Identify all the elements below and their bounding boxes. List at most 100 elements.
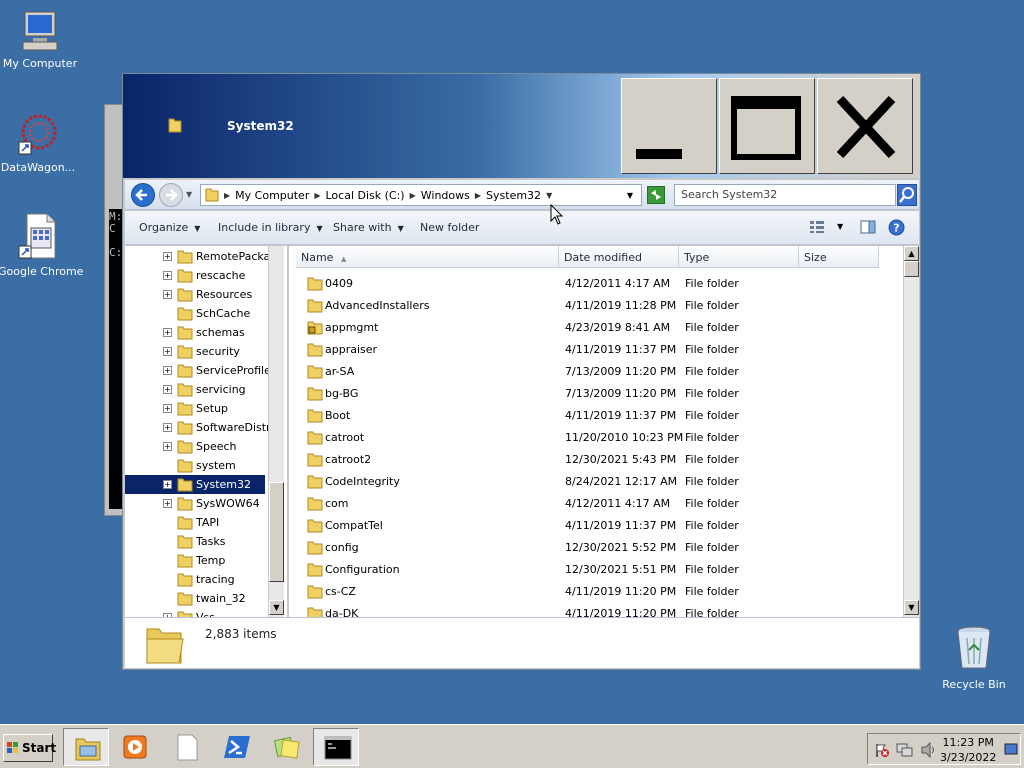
chevron-right-icon[interactable]: ▶ — [224, 191, 230, 200]
desktop-icon-google-chrome[interactable]: Google Chrome — [0, 212, 83, 278]
show-desktop-icon[interactable] — [1004, 743, 1018, 755]
file-row[interactable]: Configuration 12/30/2021 5:51 PM File fold… — [289, 559, 901, 581]
view-dropdown-icon[interactable]: ▼ — [837, 222, 843, 231]
chevron-right-icon[interactable]: ▶ — [314, 191, 320, 200]
tree-item-temp[interactable]: Temp — [125, 551, 265, 570]
tree-item-schemas[interactable]: + schemas — [125, 323, 265, 342]
share-with-button[interactable]: Share with ▼ — [333, 221, 404, 234]
file-row[interactable]: config 12/30/2021 5:52 PM File folder — [289, 537, 901, 559]
tree-item-resources[interactable]: + Resources — [125, 285, 265, 304]
tree-item-tasks[interactable]: Tasks — [125, 532, 265, 551]
expand-icon[interactable]: + — [163, 499, 172, 508]
tree-item-softwaredistrib[interactable]: + SoftwareDistrib — [125, 418, 268, 437]
column-header-type[interactable]: Type — [679, 246, 799, 268]
breadcrumb-item-local-disk[interactable]: Local Disk (C:) — [326, 189, 405, 202]
file-list[interactable]: Name ▲ Date modified Type Size 0409 4/12/… — [289, 246, 919, 617]
file-row[interactable]: appraiser 4/11/2019 11:37 PM File folder — [289, 339, 901, 361]
tree-item-syswow64[interactable]: + SysWOW64 — [125, 494, 265, 513]
expand-icon[interactable]: + — [163, 442, 172, 451]
navigation-pane[interactable]: + RemotePackag + rescache + Resources SchCache… — [125, 246, 287, 617]
volume-icon[interactable] — [920, 742, 938, 758]
network-icon[interactable] — [896, 742, 914, 758]
scroll-down-button[interactable]: ▼ — [904, 600, 919, 615]
recent-pages-chevron-icon[interactable]: ▼ — [186, 190, 192, 199]
chevron-down-icon[interactable]: ▼ — [546, 191, 552, 200]
expand-icon[interactable]: + — [163, 347, 172, 356]
tree-item-setup[interactable]: + Setup — [125, 399, 265, 418]
scroll-down-button[interactable]: ▼ — [269, 600, 284, 615]
column-header-name[interactable]: Name ▲ — [296, 246, 559, 268]
file-row[interactable]: 0409 4/12/2011 4:17 AM File folder — [289, 273, 901, 295]
expand-icon[interactable]: + — [163, 328, 172, 337]
tree-item-remotepackag[interactable]: + RemotePackag — [125, 247, 268, 266]
file-row[interactable]: bg-BG 7/13/2009 11:20 PM File folder — [289, 383, 901, 405]
maximize-button[interactable] — [719, 78, 815, 174]
tree-item-speech[interactable]: + Speech — [125, 437, 265, 456]
column-header-date-modified[interactable]: Date modified — [559, 246, 679, 268]
file-row[interactable]: catroot2 12/30/2021 5:43 PM File folder — [289, 449, 901, 471]
file-row[interactable]: cs-CZ 4/11/2019 11:20 PM File folder — [289, 581, 901, 603]
search-input[interactable]: Search System32 — [674, 184, 896, 206]
expand-icon[interactable]: + — [163, 290, 172, 299]
tree-item-system[interactable]: system — [125, 456, 265, 475]
taskbar-powershell-button[interactable] — [213, 728, 259, 766]
tree-item-vss[interactable]: +Vss — [125, 608, 265, 617]
file-row[interactable]: CompatTel 4/11/2019 11:37 PM File folder — [289, 515, 901, 537]
desktop-icon-recycle-bin[interactable]: Recycle Bin — [938, 624, 1010, 691]
address-dropdown-icon[interactable]: ▼ — [627, 191, 633, 200]
desktop-icon-datawagon[interactable]: DataWagon... — [0, 112, 78, 174]
expand-icon[interactable]: + — [163, 252, 172, 261]
expand-icon[interactable]: + — [163, 480, 172, 489]
breadcrumb-item-my-computer[interactable]: My Computer — [235, 189, 309, 202]
preview-pane-icon[interactable] — [860, 220, 876, 234]
file-row[interactable]: AdvancedInstallers 4/11/2019 11:28 PM File… — [289, 295, 901, 317]
tree-item-rescache[interactable]: + rescache — [125, 266, 265, 285]
tree-item-tracing[interactable]: tracing — [125, 570, 265, 589]
title-bar[interactable]: System32 — [123, 74, 920, 178]
scrollbar-thumb[interactable] — [269, 482, 284, 582]
expand-icon[interactable]: + — [163, 271, 172, 280]
expand-icon[interactable]: + — [163, 385, 172, 394]
file-row[interactable]: CodeIntegrity 8/24/2021 12:17 AM File fold… — [289, 471, 901, 493]
breadcrumb-item-system32[interactable]: System32 — [486, 189, 541, 202]
scroll-up-button[interactable]: ▲ — [904, 246, 919, 261]
taskbar-explorer-button[interactable] — [63, 728, 109, 766]
file-list-scrollbar[interactable]: ▲ ▼ — [903, 246, 919, 617]
taskbar-media-player-button[interactable] — [111, 728, 157, 766]
organize-button[interactable]: Organize ▼ — [139, 221, 200, 234]
minimize-button[interactable] — [621, 78, 717, 174]
search-button[interactable] — [897, 184, 917, 206]
file-row[interactable]: da-DK 4/11/2019 11:20 PM File folder — [289, 603, 901, 617]
file-row[interactable]: Boot 4/11/2019 11:37 PM File folder — [289, 405, 901, 427]
tree-item-security[interactable]: + security — [125, 342, 265, 361]
close-button[interactable] — [817, 78, 913, 174]
taskbar-sticky-notes-button[interactable] — [263, 728, 309, 766]
desktop-icon-my-computer[interactable]: My Computer — [0, 10, 80, 70]
breadcrumb-item-windows[interactable]: Windows — [421, 189, 470, 202]
file-row[interactable]: ar-SA 7/13/2009 11:20 PM File folder — [289, 361, 901, 383]
include-in-library-button[interactable]: Include in library ▼ — [218, 221, 323, 234]
view-options-icon[interactable] — [809, 220, 825, 234]
new-folder-button[interactable]: New folder — [420, 221, 479, 234]
action-center-flag-icon[interactable] — [874, 742, 890, 758]
chevron-right-icon[interactable]: ▶ — [410, 191, 416, 200]
breadcrumb[interactable]: ▶ My Computer ▶ Local Disk (C:) ▶ Window… — [200, 184, 642, 206]
file-row[interactable]: catroot 11/20/2010 10:23 PM File folder — [289, 427, 901, 449]
refresh-button[interactable] — [647, 186, 665, 204]
taskbar-command-prompt-button[interactable] — [313, 728, 359, 766]
explorer-window[interactable]: System32 ▼ ▶ My Computer ▶ Local Disk (C… — [122, 73, 921, 670]
tree-item-twain-32[interactable]: twain_32 — [125, 589, 265, 608]
chevron-right-icon[interactable]: ▶ — [475, 191, 481, 200]
expand-icon[interactable]: + — [163, 366, 172, 375]
tree-item-system32[interactable]: + System32 — [125, 475, 265, 494]
tree-item-tapi[interactable]: TAPI — [125, 513, 265, 532]
expand-icon[interactable]: + — [163, 423, 172, 432]
taskbar-notepad-button[interactable] — [163, 728, 209, 766]
forward-button[interactable] — [159, 183, 183, 207]
back-button[interactable] — [131, 183, 155, 207]
taskbar-clock[interactable]: 11:23 PM 3/23/2022 — [940, 735, 996, 765]
scrollbar-thumb[interactable] — [904, 261, 919, 277]
help-icon[interactable]: ? — [888, 219, 905, 236]
navigation-pane-scrollbar[interactable]: ▼ — [268, 246, 284, 617]
start-button[interactable]: Start — [3, 734, 56, 762]
